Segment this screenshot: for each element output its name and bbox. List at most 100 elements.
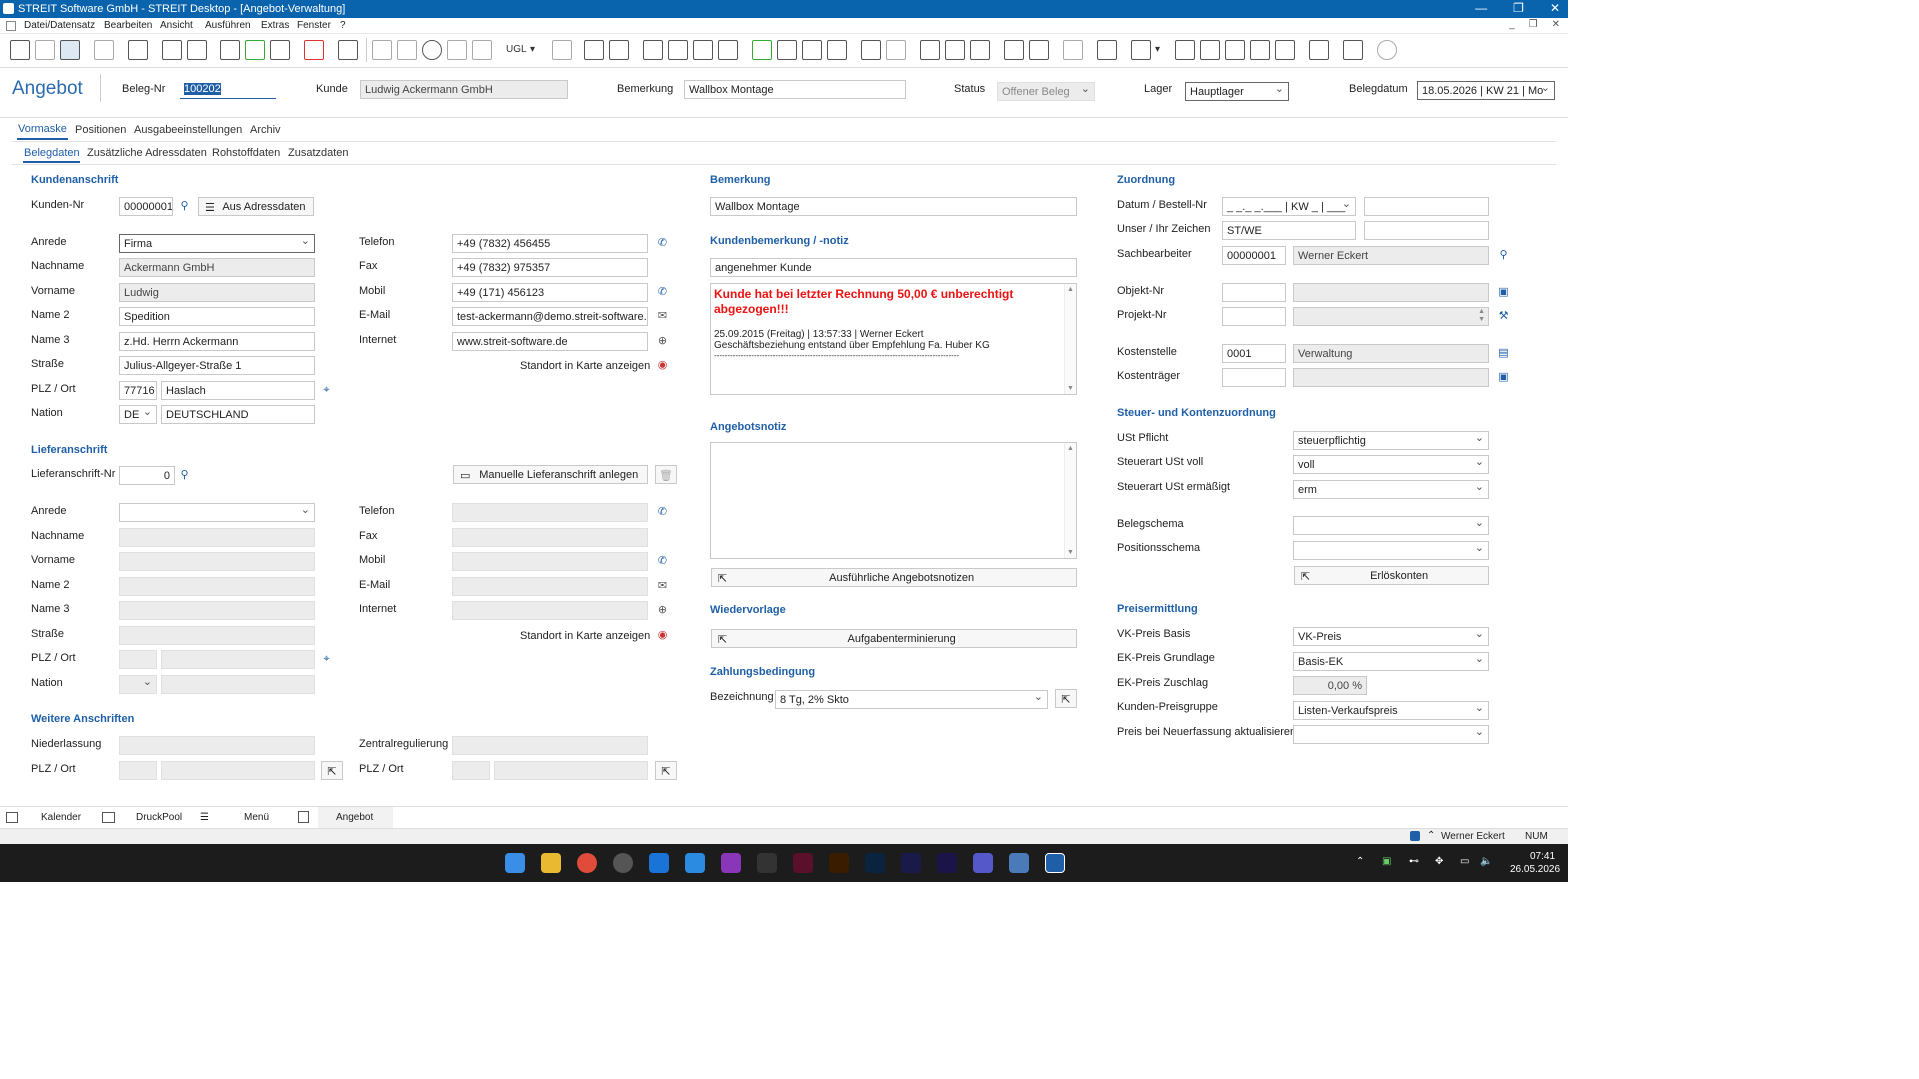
next-record-icon[interactable]: [447, 40, 467, 60]
person-search-icon[interactable]: ⚲: [178, 200, 191, 213]
angebotsnotiz-memo[interactable]: [710, 442, 1077, 559]
liefer-nation-code-select[interactable]: [119, 675, 157, 694]
datum-input[interactable]: _ _._ _.___ | KW _ | ___: [1222, 197, 1356, 216]
tray-chevron-icon[interactable]: ⌃: [1356, 856, 1364, 867]
weitere-plz-field[interactable]: [119, 761, 157, 780]
kostenstelle-name-field[interactable]: Verwaltung: [1293, 344, 1489, 363]
tab-ausgabeeinstellungen[interactable]: Ausgabeeinstellungen: [134, 124, 242, 136]
delete-lieferanschrift-button[interactable]: 🗑: [655, 465, 677, 484]
calendar-icon[interactable]: [1175, 40, 1195, 60]
belegschema-select[interactable]: [1293, 516, 1489, 535]
kunden-preisgruppe-select[interactable]: Listen-Verkaufspreis: [1293, 701, 1489, 720]
outlook-icon[interactable]: [649, 853, 669, 873]
maximize-button[interactable]: ❐: [1513, 1, 1524, 15]
cart-icon[interactable]: [270, 40, 290, 60]
ek-preis-grundlage-select[interactable]: Basis-EK: [1293, 652, 1489, 671]
lager-select[interactable]: Hauptlager: [1185, 82, 1289, 101]
formula-icon[interactable]: [1225, 40, 1245, 60]
sachbearbeiter-name-field[interactable]: Werner Eckert: [1293, 246, 1489, 265]
erloeskonten-button[interactable]: ⇱ Erlöskonten: [1294, 566, 1489, 585]
checklist-icon[interactable]: [1029, 40, 1049, 60]
keyboard-icon[interactable]: [1200, 40, 1220, 60]
clock-date[interactable]: 26.05.2026: [1510, 864, 1560, 875]
ust-pflicht-select[interactable]: steuerpflichtig: [1293, 431, 1489, 450]
nation-input[interactable]: DEUTSCHLAND: [161, 405, 315, 424]
new-icon[interactable]: [10, 40, 30, 60]
map-pin-icon[interactable]: ⌖: [320, 653, 333, 666]
liefer-name2-field[interactable]: [119, 577, 315, 596]
clipboard-icon[interactable]: [970, 40, 990, 60]
globe-icon[interactable]: ⊕: [656, 604, 669, 617]
ek-preis-zuschlag-field[interactable]: 0,00 %: [1293, 676, 1367, 695]
tree-icon[interactable]: [777, 40, 797, 60]
building-icon[interactable]: [1063, 40, 1083, 60]
liefer-standort-karte-label[interactable]: Standort in Karte anzeigen: [520, 630, 650, 642]
onenote-icon[interactable]: [721, 853, 741, 873]
subtab-zusaetzliche-adressdaten[interactable]: Zusätzliche Adressdaten: [87, 147, 207, 159]
mobil-input[interactable]: +49 (171) 456123: [452, 283, 648, 302]
status-select[interactable]: Offener Beleg: [997, 82, 1095, 101]
phone-icon[interactable]: ✆: [656, 286, 669, 299]
export-icon[interactable]: [861, 40, 881, 60]
list-search-icon[interactable]: ▤: [1497, 347, 1510, 360]
subtab-belegdaten[interactable]: Belegdaten: [24, 147, 80, 159]
fax-input[interactable]: +49 (7832) 975357: [452, 258, 648, 277]
standort-karte-label[interactable]: Standort in Karte anzeigen: [520, 360, 650, 372]
bottom-tab-angebot[interactable]: Angebot: [336, 812, 373, 823]
ugl-label[interactable]: UGL: [506, 44, 527, 55]
subtab-zusatzdaten[interactable]: Zusatzdaten: [288, 147, 349, 159]
lock-icon[interactable]: [60, 40, 80, 60]
liefer-nachname-field[interactable]: [119, 528, 315, 547]
mail-icon[interactable]: ✉: [656, 580, 669, 593]
chevron-up-icon[interactable]: ⌃: [1427, 830, 1435, 841]
anrede-select[interactable]: Firma: [119, 234, 315, 253]
subtab-rohstoffdaten[interactable]: Rohstoffdaten: [212, 147, 280, 159]
liefer-email-field[interactable]: [452, 577, 648, 596]
name2-input[interactable]: Spedition: [119, 307, 315, 326]
layout-dropdown-icon[interactable]: ▾: [1155, 44, 1160, 55]
liefer-mobil-field[interactable]: [452, 552, 648, 571]
attachment-icon[interactable]: [1004, 40, 1024, 60]
positionsschema-select[interactable]: [1293, 541, 1489, 560]
objekt-name-field[interactable]: [1293, 283, 1489, 302]
preview-search-icon[interactable]: [338, 40, 358, 60]
tab-positionen[interactable]: Positionen: [75, 124, 126, 136]
phone-icon[interactable]: ✆: [656, 506, 669, 519]
sachbearbeiter-nr-input[interactable]: 00000001: [1222, 246, 1286, 265]
bestell-nr-input[interactable]: [1364, 197, 1489, 216]
aus-adressdaten-button[interactable]: ☰ Aus Adressdaten: [198, 197, 314, 216]
kostentraeger-nr-input[interactable]: [1222, 368, 1286, 387]
layout-icon[interactable]: [1131, 40, 1151, 60]
liefer-ort-field[interactable]: [161, 650, 315, 669]
person-search-icon[interactable]: ⚲: [1497, 249, 1510, 262]
plz-input[interactable]: 77716: [119, 381, 157, 400]
hierarchy-icon[interactable]: [220, 40, 240, 60]
vk-preis-basis-select[interactable]: VK-Preis: [1293, 627, 1489, 646]
nachname-field[interactable]: Ackermann GmbH: [119, 258, 315, 277]
menu-datei[interactable]: Datei/Datensatz: [24, 20, 95, 31]
kunden-nr-input[interactable]: 00000001: [119, 197, 173, 216]
manuelle-lieferanschrift-button[interactable]: ▭ Manuelle Lieferanschrift anlegen: [453, 465, 648, 484]
internet-input[interactable]: www.streit-software.de: [452, 332, 648, 351]
network-icon[interactable]: ▭: [1460, 856, 1469, 867]
barcode-icon[interactable]: [552, 40, 572, 60]
trash-icon[interactable]: [886, 40, 906, 60]
zentral-plz-field[interactable]: [452, 761, 490, 780]
print-icon[interactable]: [609, 40, 629, 60]
after-effects-icon[interactable]: [901, 853, 921, 873]
bottom-tab-kalender[interactable]: Kalender: [41, 812, 81, 823]
paste-icon[interactable]: [945, 40, 965, 60]
unser-zeichen-input[interactable]: ST/WE: [1222, 221, 1356, 240]
bemerkung-field[interactable]: Wallbox Montage: [710, 197, 1077, 216]
table-icon[interactable]: [643, 40, 663, 60]
bottom-tab-druckpool[interactable]: DruckPool: [136, 812, 182, 823]
nation-code-select[interactable]: DE: [119, 405, 157, 424]
call-icon[interactable]: [1250, 40, 1270, 60]
mail-icon[interactable]: ✉: [656, 310, 669, 323]
angebotsnotiz-scrollbar[interactable]: [1064, 443, 1076, 558]
globe-icon[interactable]: ⊕: [656, 335, 669, 348]
tray-app-icon[interactable]: ▣: [1382, 856, 1391, 867]
menu-ausfuehren[interactable]: Ausführen: [205, 20, 251, 31]
ihr-zeichen-input[interactable]: [1364, 221, 1489, 240]
person-check-icon[interactable]: [827, 40, 847, 60]
